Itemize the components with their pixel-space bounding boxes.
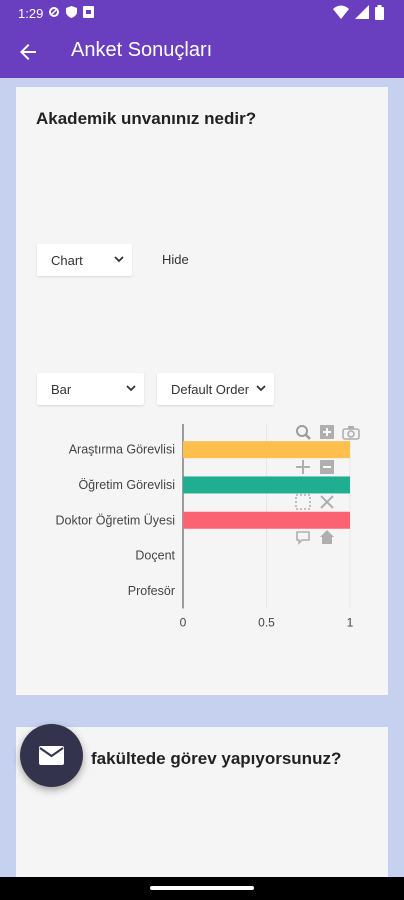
signal-icon: [355, 5, 369, 19]
mail-fab[interactable]: [20, 724, 83, 787]
zoom-in-icon[interactable]: [320, 425, 334, 439]
reset-axes-icon[interactable]: [320, 495, 334, 509]
chart-bar[interactable]: [183, 476, 350, 494]
bar-chart-svg: Araştırma Görevlisi Öğretim Görevlisi Dokt…: [56, 424, 360, 630]
chevron-down-icon: [256, 385, 266, 392]
page-title: Anket Sonuçları: [71, 39, 213, 61]
order-select-value: Default Order: [171, 382, 250, 397]
x-tick-label: 0: [180, 616, 187, 630]
document-icon: [83, 6, 94, 18]
y-category-label: Doçent: [135, 549, 175, 563]
status-time: 1:29: [18, 6, 44, 21]
zoom-out-icon[interactable]: [320, 460, 334, 474]
status-bar: 1:29: [0, 0, 404, 26]
camera-icon[interactable]: [342, 426, 360, 440]
pan-icon[interactable]: [296, 460, 310, 474]
app-bar: Anket Sonuçları: [0, 26, 404, 78]
x-tick-label: 1: [347, 616, 354, 630]
chart-bar[interactable]: [183, 511, 350, 529]
shield-icon: [66, 6, 77, 18]
chart-bar[interactable]: [183, 441, 350, 459]
question-card: Akademik unvanınız nedir? Chart Hide Bar…: [16, 87, 388, 695]
y-category-label: Araştırma Görevlisi: [69, 443, 175, 457]
status-right-icons: [333, 5, 384, 20]
status-left-icons: [48, 6, 94, 18]
chart-type-select[interactable]: Bar: [37, 373, 144, 405]
y-category-label: Doktor Öğretim Üyesi: [56, 513, 175, 527]
y-category-label: Öğretim Görevlisi: [78, 478, 175, 492]
mail-icon: [39, 746, 64, 765]
home-gesture-pill[interactable]: [150, 886, 254, 890]
box-select-icon[interactable]: [295, 494, 311, 510]
bar-chart: Araştırma Görevlisi Öğretim Görevlisi Dokt…: [16, 417, 388, 647]
navigation-bar: [0, 877, 404, 900]
order-select[interactable]: Default Order: [157, 373, 274, 405]
question-title: Akademik unvanınız nedir?: [36, 109, 257, 128]
arrow-back-icon[interactable]: [16, 40, 40, 64]
zoom-icon[interactable]: [296, 425, 311, 440]
view-select-value: Chart: [51, 253, 83, 268]
home-icon[interactable]: [320, 530, 334, 544]
hide-button[interactable]: Hide: [162, 252, 189, 267]
question-title: fakültede görev yapıyorsunuz?: [91, 749, 342, 768]
wifi-icon: [333, 5, 349, 19]
chart-type-select-value: Bar: [51, 382, 72, 397]
view-select[interactable]: Chart: [37, 244, 132, 276]
y-category-label: Profesör: [128, 584, 175, 598]
chevron-down-icon: [126, 385, 136, 392]
chevron-down-icon: [114, 256, 124, 263]
battery-icon: [375, 5, 384, 20]
hover-compare-icon[interactable]: [296, 531, 310, 545]
x-tick-label: 0.5: [258, 616, 275, 630]
vpn-key-icon: [49, 7, 59, 17]
